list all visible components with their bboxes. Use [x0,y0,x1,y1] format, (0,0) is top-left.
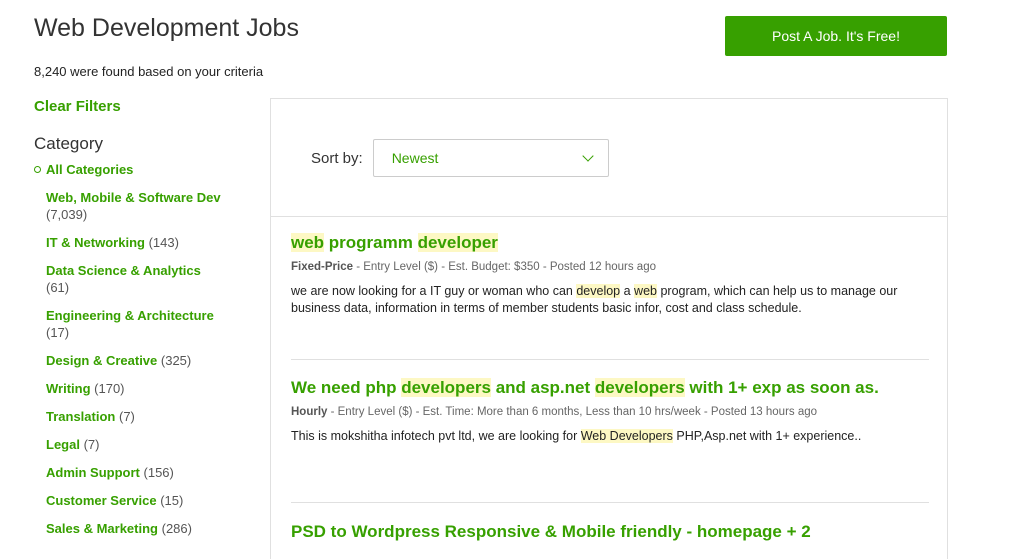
category-count: (286) [161,521,192,536]
divider [291,359,929,360]
divider [271,216,947,217]
category-count: (143) [148,235,179,250]
text-segment: a [620,284,635,298]
category-name[interactable]: Admin Support [46,465,140,480]
divider [291,502,929,503]
sort-row: Sort by: Newest [311,139,609,177]
job-description: we are now looking for a IT guy or woman… [291,283,929,317]
job-details: - Entry Level ($) - Est. Budget: $350 - … [353,261,656,273]
sort-value: Newest [391,150,439,166]
category-heading: Category [34,134,103,153]
page-title: Web Development Jobs [34,14,299,42]
category-name[interactable]: Data Science & Analytics [46,263,201,278]
category-count: (7) [118,409,135,424]
category-item[interactable]: Sales & Marketing (286) [46,520,259,537]
category-item[interactable]: Data Science & Analytics (61) [46,262,259,296]
text-segment: PHP,Asp.net with 1+ experience.. [672,429,862,443]
result-count: 8,240 were found based on your criteria [34,64,264,79]
category-item[interactable]: Legal (7) [46,436,259,453]
category-count: (61) [46,280,70,295]
job-title[interactable]: web programm developer [291,233,929,253]
category-item[interactable]: IT & Networking (143) [46,234,259,251]
category-count: (156) [143,465,174,480]
keyword-highlight: developers [594,378,685,397]
job-title[interactable]: PSD to Wordpress Responsive & Mobile fri… [291,522,929,542]
category-name[interactable]: Engineering & Architecture [46,308,214,323]
keyword-highlight: Web Developers [580,429,673,443]
job-listing: We need php developers and asp.net devel… [291,378,929,445]
text-segment: programm [324,233,418,252]
sidebar: Clear Filters Category All Categories We… [34,98,259,548]
category-name[interactable]: Web, Mobile & Software Dev [46,190,221,205]
category-name[interactable]: Sales & Marketing [46,521,158,536]
text-segment: PSD to Wordpress Responsive & Mobile fri… [291,522,811,541]
sort-select[interactable]: Newest [372,139,609,177]
category-name[interactable]: Writing [46,381,91,396]
job-meta: Fixed-Price - Entry Level ($) - Est. Bud… [291,261,929,273]
keyword-highlight: develop [576,284,621,298]
job-listing: web programm developer Fixed-Price - Ent… [291,233,929,317]
text-segment: with 1+ exp as soon as. [684,378,879,397]
job-details: - Entry Level ($) - Est. Time: More than… [327,406,818,418]
radio-icon [34,166,41,173]
post-job-button[interactable]: Post A Job. It's Free! [725,16,947,56]
clear-filters-link[interactable]: Clear Filters [34,98,259,115]
sort-label: Sort by: [311,149,363,167]
job-type: Fixed-Price [291,261,353,273]
category-all[interactable]: All Categories [34,162,259,177]
category-count: (170) [94,381,125,396]
text-segment: we are now looking for a IT guy or woman… [291,284,577,298]
chevron-down-icon [582,149,594,162]
category-count: (7) [83,437,100,452]
category-list: Web, Mobile & Software Dev (7,039) IT & … [34,189,259,537]
text-segment: This is mokshitha infotech pvt ltd, we a… [291,429,581,443]
job-meta: Hourly - Entry Level ($) - Est. Time: Mo… [291,406,929,418]
job-title[interactable]: We need php developers and asp.net devel… [291,378,929,398]
category-count: (15) [160,493,184,508]
category-item[interactable]: Translation (7) [46,408,259,425]
keyword-highlight: developers [401,378,491,397]
category-item[interactable]: Design & Creative (325) [46,352,259,369]
category-item[interactable]: Writing (170) [46,380,259,397]
keyword-highlight: web [634,284,657,298]
job-listing: PSD to Wordpress Responsive & Mobile fri… [291,522,929,550]
category-item[interactable]: Engineering & Architecture (17) [46,307,259,341]
category-item[interactable]: Customer Service (15) [46,492,259,509]
category-name[interactable]: Legal [46,437,80,452]
category-item[interactable]: Admin Support (156) [46,464,259,481]
keyword-highlight: developer [417,233,498,252]
category-name[interactable]: IT & Networking [46,235,145,250]
keyword-highlight: web [291,233,325,252]
category-name[interactable]: Design & Creative [46,353,157,368]
category-all-label: All Categories [46,162,134,177]
category-name[interactable]: Customer Service [46,493,157,508]
category-name[interactable]: Translation [46,409,115,424]
job-type: Hourly [291,406,328,418]
text-segment: and asp.net [490,378,595,397]
category-count: (325) [160,353,192,368]
category-count: (7,039) [46,207,88,222]
category-item[interactable]: Web, Mobile & Software Dev (7,039) [46,189,259,223]
job-description: This is mokshitha infotech pvt ltd, we a… [291,428,929,445]
results-panel: Sort by: Newest web programm developer F… [270,98,948,559]
text-segment: We need php [291,378,402,397]
category-count: (17) [46,325,70,340]
